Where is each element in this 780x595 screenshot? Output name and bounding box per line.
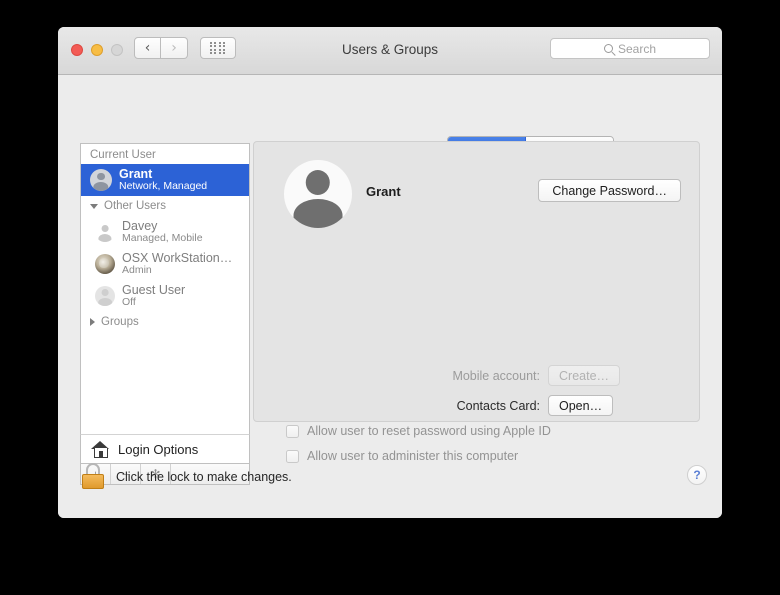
sidebar-item-grant[interactable]: Grant Network, Managed [81,164,249,196]
window-body: Current User Grant Network, Managed Othe… [58,75,722,518]
user-avatar[interactable] [284,160,352,228]
sidebar-item-sublabel: Off [122,296,136,309]
chevron-right-icon [90,318,95,326]
sidebar-item-label: OSX WorkStation… [122,251,233,266]
change-password-button[interactable]: Change Password… [538,179,681,202]
sidebar-item-sublabel: Network, Managed [119,180,208,193]
window-titlebar: ‹ › Users & Groups Search [58,27,722,75]
avatar [95,222,115,242]
footer-lock-bar: Click the lock to make changes. ? [58,448,722,518]
sidebar-item-davey[interactable]: Davey Managed, Mobile [81,216,249,248]
password-settings-panel: Grant Change Password… Mobile account: C… [253,141,700,463]
sidebar-item-label: Davey [122,219,158,234]
search-placeholder: Search [617,41,657,56]
allow-reset-password-row[interactable]: Allow user to reset password using Apple… [286,424,551,438]
lock-message: Click the lock to make changes. [116,470,292,484]
avatar [95,286,115,306]
current-user-header: Current User [90,149,156,161]
lock-icon[interactable] [82,463,104,489]
open-contacts-card-button[interactable]: Open… [548,395,614,416]
avatar [90,169,112,191]
mobile-account-label: Mobile account: [452,368,540,383]
mobile-account-row: Mobile account: Create… [362,365,621,386]
groups-disclosure[interactable]: Groups [81,312,249,332]
contacts-card-row: Contacts Card: Open… [362,395,614,416]
groups-header: Groups [101,316,139,328]
contacts-card-label: Contacts Card: [456,398,540,413]
other-users-disclosure[interactable]: Other Users [81,196,249,216]
avatar [95,254,115,274]
search-input[interactable]: Search [550,38,710,59]
help-button[interactable]: ? [687,465,707,485]
allow-reset-password-label: Allow user to reset password using Apple… [307,424,551,438]
sidebar-item-sublabel: Admin [122,264,152,277]
sidebar-item-guest-user[interactable]: Guest User Off [81,280,249,312]
sidebar-item-osx-workstation[interactable]: OSX WorkStation… Admin [81,248,249,280]
user-name-label: Grant [366,184,401,199]
search-icon [603,44,613,53]
chevron-down-icon [90,203,98,209]
other-users-header: Other Users [104,200,166,212]
user-list-scroll[interactable]: Current User Grant Network, Managed Othe… [81,144,249,434]
users-and-groups-window: ‹ › Users & Groups Search Current User G… [58,27,722,518]
sidebar-item-sublabel: Managed, Mobile [122,232,203,245]
sidebar-item-label: Guest User [122,283,186,298]
sidebar-item-label: Grant [119,167,153,182]
allow-reset-password-checkbox[interactable] [286,424,299,438]
user-list-sidebar: Current User Grant Network, Managed Othe… [80,143,250,434]
create-mobile-account-button: Create… [548,365,621,386]
